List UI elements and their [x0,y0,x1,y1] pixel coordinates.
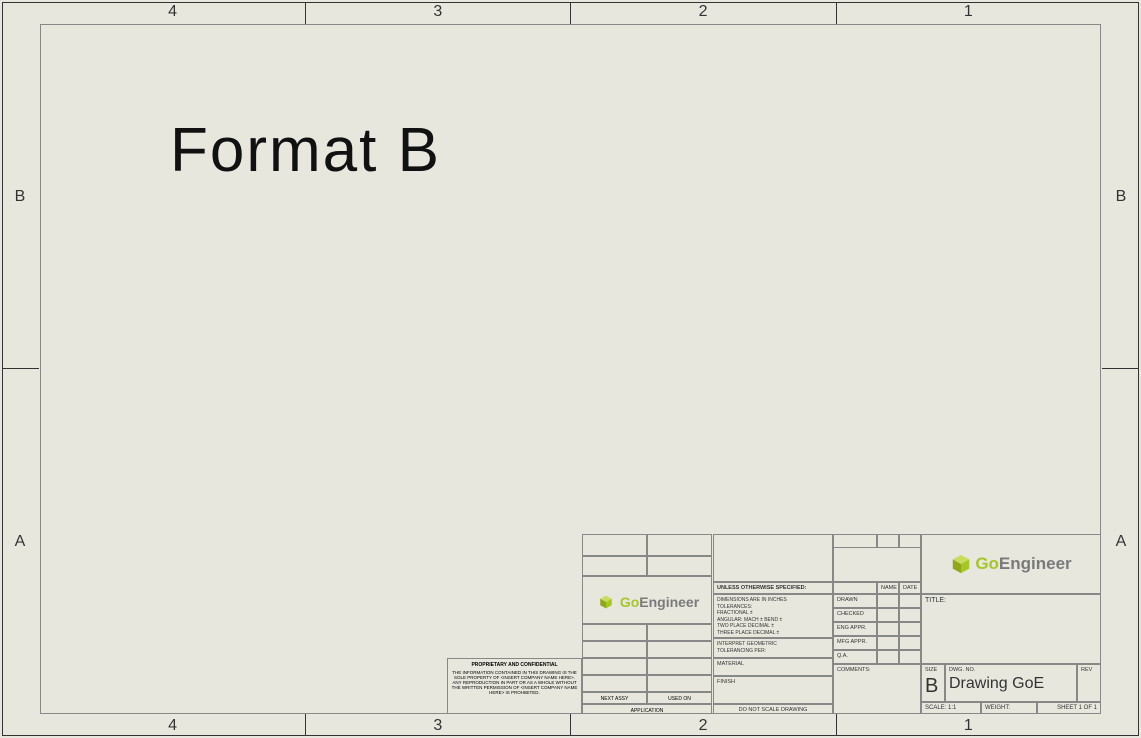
format-title: Format B [170,115,441,186]
zone-row: A [1116,533,1127,551]
size-value: B [925,675,941,698]
geo-tol: INTERPRET GEOMETRIC TOLERANCING PER: [713,638,833,658]
finish-label: FINISH [713,676,833,704]
appr-corner3 [899,534,921,548]
zone-col: 1 [964,717,973,735]
proprietary-body: THE INFORMATION CONTAINED IN THIS DRAWIN… [451,670,578,695]
dwgno-value: Drawing GoE [949,675,1073,693]
tick [836,714,837,736]
date-label: DATE [899,582,921,594]
zone-col: 2 [699,3,708,21]
eng-date [899,622,921,636]
qa-date [899,650,921,664]
appr-corner1 [833,534,877,548]
zone-labels-left: B A [3,24,37,714]
tol-blank [713,534,833,582]
zone-col: 4 [168,3,177,21]
appr-blank2 [833,582,877,594]
mfg-date [899,636,921,650]
comments-label: COMMENTS: [833,664,921,714]
cube-icon [950,553,972,575]
tolerance-block: DIMENSIONS ARE IN INCHES TOLERANCES: FRA… [713,594,833,638]
drawn-name [877,594,899,608]
titleblock: UNLESS OTHERWISE SPECIFIED: DIMENSIONS A… [581,534,1101,714]
checked-label: CHECKED [833,608,877,622]
zone-labels-right: B A [1104,24,1138,714]
name-label: NAME [877,582,899,594]
logo-eng-text: Engineer [999,554,1072,573]
zone-col: 3 [433,3,442,21]
size-label: SIZE [925,667,941,673]
eng-name [877,622,899,636]
rev-label: REV [1077,664,1101,702]
checked-name [877,608,899,622]
drawn-date [899,594,921,608]
tick [305,2,306,24]
logo-cell: GoEngineer [921,534,1101,594]
goengineer-logo: GoEngineer [950,553,1071,575]
proprietary-block: PROPRIETARY AND CONFIDENTIAL THE INFORMA… [447,658,582,714]
logo-go-text: Go [975,554,999,573]
weight-label: WEIGHT: [981,702,1037,714]
unless-label: UNLESS OTHERWISE SPECIFIED: [713,582,833,594]
drawn-label: DRAWN [833,594,877,608]
proprietary-heading: PROPRIETARY AND CONFIDENTIAL [451,662,578,668]
title-label: TITLE: [921,594,1101,664]
zone-col: 3 [433,717,442,735]
zone-col: 2 [699,717,708,735]
dwgno-label: DWG. NO. [949,667,1073,673]
tick [305,714,306,736]
mfg-label: MFG APPR. [833,636,877,650]
tick [570,2,571,24]
zone-row: B [1116,188,1127,206]
appr-corner2 [877,534,899,548]
tol-geo2: TOLERANCING PER: [717,648,829,655]
zone-row: B [15,188,26,206]
qa-label: Q.A. [833,650,877,664]
tick [1102,368,1138,369]
noscale-label: DO NOT SCALE DRAWING [713,704,833,714]
zone-col: 4 [168,717,177,735]
tick [570,714,571,736]
material-label: MATERIAL [713,658,833,676]
tick [3,368,39,369]
tol-three: THREE PLACE DECIMAL ± [717,630,829,637]
eng-label: ENG APPR. [833,622,877,636]
dwgno-cell: DWG. NO. Drawing GoE [945,664,1077,702]
qa-name [877,650,899,664]
zone-col: 1 [964,3,973,21]
scale-label: SCALE: 1:1 [921,702,981,714]
sheet-label: SHEET 1 OF 1 [1037,702,1101,714]
size-cell: SIZE B [921,664,945,702]
checked-date [899,608,921,622]
zone-row: A [15,533,26,551]
mfg-name [877,636,899,650]
tick [836,2,837,24]
